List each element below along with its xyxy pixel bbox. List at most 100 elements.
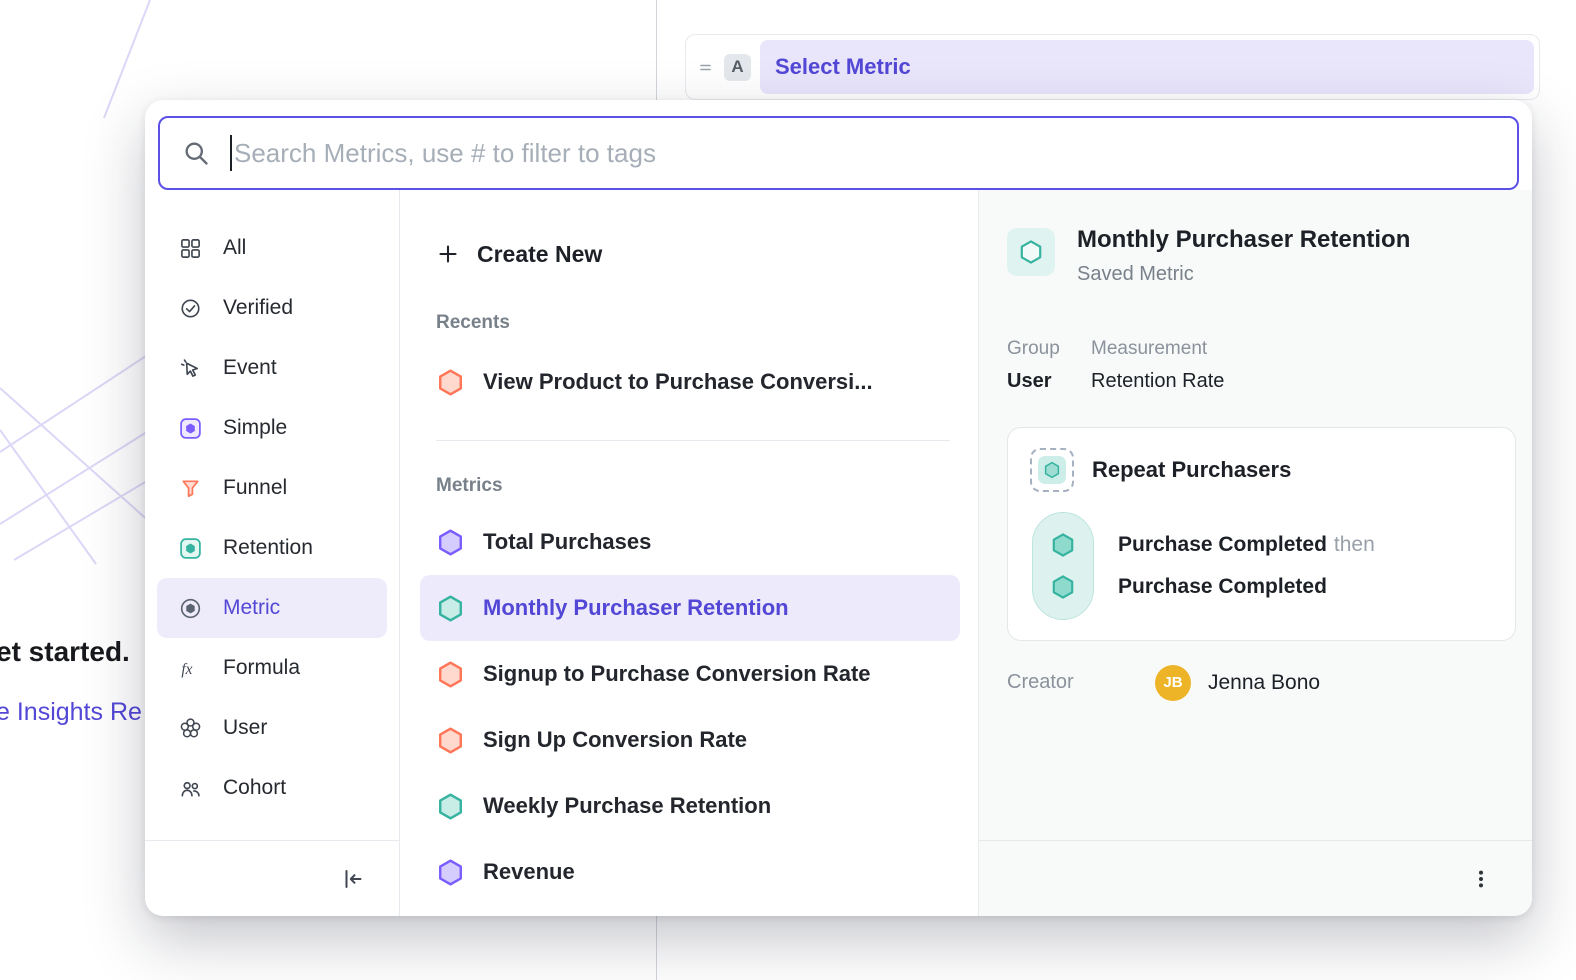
metric-item-label: Total Purchases: [483, 529, 651, 555]
metric-item-revenue[interactable]: Revenue: [420, 839, 960, 905]
sidebar-item-formula[interactable]: fx Formula: [157, 638, 387, 698]
recents-header: Recents: [436, 312, 960, 336]
formula-icon: fx: [179, 657, 202, 680]
sidebar-item-all[interactable]: All: [157, 218, 387, 278]
search-input[interactable]: [234, 138, 1495, 169]
plus-icon: [436, 242, 460, 266]
sidebar-item-label: User: [223, 716, 267, 740]
creator-row: Creator JB Jenna Bono: [1007, 665, 1516, 701]
preview-meta: Group User Measurement Retention Rate: [1007, 338, 1516, 393]
event-hexagon-icon: [1050, 532, 1076, 558]
sidebar-item-retention[interactable]: Retention: [157, 518, 387, 578]
sidebar-item-label: Verified: [223, 296, 293, 320]
cohort-people-icon: [179, 777, 202, 800]
metric-item-label: View Product to Purchase Conversi...: [483, 369, 873, 395]
sidebar-item-verified[interactable]: Verified: [157, 278, 387, 338]
series-a-badge[interactable]: A: [724, 54, 751, 81]
funnel-icon: [179, 477, 202, 500]
simple-metric-icon: [436, 858, 465, 887]
search-icon: [182, 139, 210, 167]
retention-metric-icon: [436, 792, 465, 821]
measurement-label: Measurement: [1091, 338, 1224, 360]
event-hexagon-icon: [1050, 574, 1076, 600]
preview-header: Monthly Purchaser Retention Saved Metric: [1007, 226, 1516, 286]
preview-title: Monthly Purchaser Retention: [1077, 226, 1410, 255]
sidebar-item-label: Cohort: [223, 776, 286, 800]
cursor-event-icon: [179, 357, 202, 380]
sidebar-item-metric[interactable]: Metric: [157, 578, 387, 638]
recent-metric-item[interactable]: View Product to Purchase Conversi...: [420, 350, 960, 414]
metric-item-total-purchases[interactable]: Total Purchases: [420, 509, 960, 575]
sidebar-item-label: Formula: [223, 656, 300, 680]
user-flower-icon: [179, 717, 202, 740]
metric-item-label: Signup to Purchase Conversion Rate: [483, 661, 871, 687]
metric-item-monthly-purchaser-retention[interactable]: Monthly Purchaser Retention: [420, 575, 960, 641]
creator-name: Jenna Bono: [1208, 671, 1320, 695]
metrics-header: Metrics: [436, 475, 960, 499]
modal-body: All Verified Event: [145, 190, 1532, 916]
metric-definition-card: Repeat Purchasers Purchase Completed then…: [1007, 427, 1516, 641]
sidebar-item-label: Event: [223, 356, 277, 380]
sidebar-footer: [145, 840, 399, 916]
metric-item-label: Revenue: [483, 859, 575, 885]
metric-item-label: Weekly Purchase Retention: [483, 793, 771, 819]
text-caret: [230, 135, 232, 171]
funnel-metric-icon: [436, 726, 465, 755]
definition-title: Repeat Purchasers: [1092, 457, 1291, 483]
retention-metric-icon: [436, 594, 465, 623]
filter-sidebar: All Verified Event: [145, 190, 400, 916]
grid-icon: [179, 237, 202, 260]
sidebar-item-label: Metric: [223, 596, 280, 620]
group-label: Group: [1007, 338, 1067, 360]
creator-avatar: JB: [1155, 665, 1191, 701]
create-new-label: Create New: [477, 241, 602, 268]
metric-search-box[interactable]: [158, 116, 1519, 190]
retention-metric-icon: [1007, 228, 1055, 276]
kebab-menu-icon: [1470, 868, 1492, 890]
step-connector: then: [1334, 533, 1375, 556]
metric-hexagon-icon: [179, 597, 202, 620]
select-metric-button[interactable]: Select Metric: [760, 40, 1534, 94]
funnel-metric-icon: [436, 660, 465, 689]
metric-list-column: Create New Recents View Product to Purch…: [400, 190, 978, 916]
metric-item-signup-to-purchase-conversion[interactable]: Signup to Purchase Conversion Rate: [420, 641, 960, 707]
create-new-button[interactable]: Create New: [436, 230, 960, 278]
metric-item-label: Monthly Purchaser Retention: [483, 595, 789, 621]
sidebar-item-event[interactable]: Event: [157, 338, 387, 398]
select-metric-label: Select Metric: [775, 54, 911, 80]
metric-item-sign-up-conversion-rate[interactable]: Sign Up Conversion Rate: [420, 707, 960, 773]
creator-label: Creator: [1007, 671, 1155, 694]
collapse-sidebar-button[interactable]: [337, 863, 369, 895]
sidebar-item-simple[interactable]: Simple: [157, 398, 387, 458]
step-1-event: Purchase Completed: [1118, 533, 1327, 556]
get-started-text: et started.: [0, 636, 130, 668]
simple-metric-icon: [179, 417, 202, 440]
definition-step-2: Purchase Completed: [1118, 575, 1375, 599]
definition-step-1: Purchase Completed then: [1118, 533, 1375, 557]
funnel-metric-icon: [436, 368, 465, 397]
metric-preview-panel: Monthly Purchaser Retention Saved Metric…: [978, 190, 1532, 916]
list-divider: [436, 440, 950, 441]
sidebar-item-label: All: [223, 236, 246, 260]
metric-item-weekly-purchase-retention[interactable]: Weekly Purchase Retention: [420, 773, 960, 839]
collapse-left-icon: [341, 867, 365, 891]
search-area: [145, 100, 1532, 190]
metric-rows: Total Purchases Monthly Purchaser Retent…: [420, 509, 960, 905]
metric-selector-bar: A Select Metric: [685, 34, 1540, 100]
more-options-button[interactable]: [1466, 864, 1496, 894]
sidebar-item-cohort[interactable]: Cohort: [157, 758, 387, 818]
drag-handle-icon[interactable]: [698, 60, 713, 75]
cohort-definition-icon: [1030, 448, 1074, 492]
simple-metric-icon: [436, 528, 465, 557]
measurement-value: Retention Rate: [1091, 370, 1224, 393]
sidebar-item-label: Retention: [223, 536, 313, 560]
sidebar-item-label: Funnel: [223, 476, 287, 500]
sidebar-item-user[interactable]: User: [157, 698, 387, 758]
insights-report-link[interactable]: e Insights Re: [0, 698, 142, 727]
svg-text:fx: fx: [181, 660, 192, 677]
group-value: User: [1007, 370, 1067, 393]
verified-badge-icon: [179, 297, 202, 320]
sidebar-item-funnel[interactable]: Funnel: [157, 458, 387, 518]
preview-subtitle: Saved Metric: [1077, 263, 1410, 286]
metric-item-label: Sign Up Conversion Rate: [483, 727, 747, 753]
